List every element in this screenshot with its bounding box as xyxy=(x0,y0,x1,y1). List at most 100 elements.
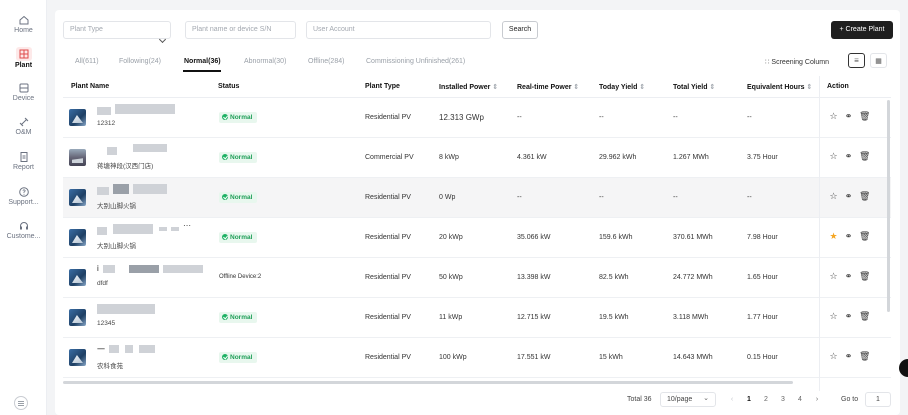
column-plant-type[interactable]: Plant Type xyxy=(365,83,400,90)
share-icon[interactable]: ⚭ xyxy=(844,192,853,201)
plant-name-input[interactable]: Plant name or device S/N xyxy=(185,21,296,39)
column-label: Real-time Power xyxy=(517,84,572,91)
next-page-icon[interactable]: › xyxy=(812,396,822,403)
collapse-sidebar-icon[interactable] xyxy=(14,396,28,410)
star-icon[interactable]: ☆ xyxy=(829,272,838,281)
realtime-power: 17.551 kW xyxy=(517,354,551,361)
page-size-select[interactable]: 10/page ⌄ xyxy=(660,392,716,407)
goto-page-input[interactable]: 1 xyxy=(865,392,891,407)
tab-commissioning-unfinished[interactable]: Commissioning Unfinished(261) xyxy=(366,58,465,65)
table-row[interactable]: i dfdf Offline Device:2 Residential PV 5… xyxy=(63,258,891,298)
star-icon[interactable]: ☆ xyxy=(829,152,838,161)
plant-type: Commercial PV xyxy=(365,154,414,161)
tab-offline[interactable]: Offline(284) xyxy=(308,58,344,65)
column-plant-name[interactable]: Plant Name xyxy=(71,83,109,90)
star-icon[interactable]: ☆ xyxy=(829,112,838,121)
table-row[interactable]: 12345 Normal Residential PV 11 kWp 12.71… xyxy=(63,298,891,338)
trash-icon[interactable]: 🗑 xyxy=(859,312,870,321)
plant-thumbnail xyxy=(69,189,86,206)
plant-thumbnail xyxy=(69,269,86,286)
tab-following[interactable]: Following(24) xyxy=(119,58,161,65)
sidebar-item-support[interactable]: Support... xyxy=(0,186,47,206)
sidebar-item-plant[interactable]: Plant xyxy=(0,47,47,69)
table-row[interactable]: 一 农科食苑 Normal Residential PV 100 kWp 17.… xyxy=(63,338,891,378)
column-installed-power[interactable]: Installed Power ⇕ xyxy=(439,83,498,91)
sidebar-item-customer[interactable]: Custome... xyxy=(0,220,47,240)
sort-icon: ⇕ xyxy=(709,84,716,91)
sidebar-item-home[interactable]: Home xyxy=(0,14,47,34)
prev-page-icon[interactable]: ‹ xyxy=(727,396,737,403)
page-3-button[interactable]: 3 xyxy=(778,396,788,403)
create-plant-button[interactable]: + Create Plant xyxy=(831,21,893,39)
sidebar-item-device[interactable]: Device xyxy=(0,82,47,102)
trash-icon[interactable]: 🗑 xyxy=(859,232,870,241)
installed-power: 50 kWp xyxy=(439,274,463,281)
help-icon xyxy=(18,186,30,198)
trash-icon[interactable]: 🗑 xyxy=(859,112,870,121)
tab-abnormal[interactable]: Abnormal(30) xyxy=(244,58,286,65)
user-account-placeholder: User Account xyxy=(313,26,355,33)
check-circle-icon xyxy=(222,233,228,240)
plant-thumbnail xyxy=(69,349,86,366)
redacted-name xyxy=(109,345,119,353)
vertical-scrollbar[interactable] xyxy=(887,100,890,312)
plant-type: Residential PV xyxy=(365,274,411,281)
sidebar-item-report[interactable]: Report xyxy=(0,151,47,171)
page-1-button[interactable]: 1 xyxy=(744,396,754,403)
sidebar-item-label: Report xyxy=(12,164,34,171)
sidebar-item-om[interactable]: O&M xyxy=(0,116,47,136)
equivalent-hours: 3.75 Hour xyxy=(747,154,778,161)
redacted-name xyxy=(159,227,167,231)
share-icon[interactable]: ⚭ xyxy=(844,352,853,361)
trash-icon[interactable]: 🗑 xyxy=(859,352,870,361)
list-view-button[interactable]: ≡ xyxy=(848,53,865,68)
equivalent-hours: 1.77 Hour xyxy=(747,314,778,321)
star-icon[interactable]: ☆ xyxy=(829,312,838,321)
page-4-button[interactable]: 4 xyxy=(795,396,805,403)
action-column-divider xyxy=(819,76,820,391)
share-icon[interactable]: ⚭ xyxy=(844,152,853,161)
user-account-input[interactable]: User Account xyxy=(306,21,491,39)
redacted-name xyxy=(97,187,109,195)
table-row[interactable]: 蒋塘神段(汉西门店) Normal Commercial PV 8 kWp 4.… xyxy=(63,138,891,178)
plant-name: 蒋塘神段(汉西门店) xyxy=(97,163,154,170)
screening-column-button[interactable]: ∷ Screening Column xyxy=(765,58,829,66)
search-button[interactable]: Search xyxy=(502,21,538,39)
plant-thumbnail xyxy=(69,149,86,166)
today-yield: 15 kWh xyxy=(599,354,623,361)
trash-icon[interactable]: 🗑 xyxy=(859,192,870,201)
more-icon[interactable]: ⋯ xyxy=(183,221,191,230)
equivalent-hours: -- xyxy=(747,114,752,121)
share-icon[interactable]: ⚭ xyxy=(844,272,853,281)
column-today-yield[interactable]: Today Yield ⇕ xyxy=(599,83,645,91)
total-yield: 14.643 MWh xyxy=(673,354,713,361)
column-equivalent-hours[interactable]: Equivalent Hours ⇕ xyxy=(747,83,812,91)
column-status[interactable]: Status xyxy=(218,83,239,90)
share-icon[interactable]: ⚭ xyxy=(844,112,853,121)
star-filled-icon[interactable]: ★ xyxy=(829,232,838,241)
star-icon[interactable]: ☆ xyxy=(829,192,838,201)
column-total-yield[interactable]: Total Yield ⇕ xyxy=(673,83,715,91)
page-2-button[interactable]: 2 xyxy=(761,396,771,403)
horizontal-scrollbar[interactable] xyxy=(63,381,793,384)
trash-icon[interactable]: 🗑 xyxy=(859,272,870,281)
table-row[interactable]: ⋯ 大别山脚火锅 Normal Residential PV 20 kWp 35… xyxy=(63,218,891,258)
grid-view-button[interactable]: ▦ xyxy=(870,53,887,68)
table-row[interactable]: 大别山脚火锅 Normal Residential PV 0 Wp -- -- … xyxy=(63,178,891,218)
plant-type-select[interactable]: Plant Type xyxy=(63,21,171,44)
table-row[interactable]: 12312 Normal Residential PV 12.313 GWp -… xyxy=(63,98,891,138)
tab-all[interactable]: All(611) xyxy=(75,58,99,65)
equivalent-hours: 7.98 Hour xyxy=(747,234,778,241)
column-realtime-power[interactable]: Real-time Power ⇕ xyxy=(517,83,579,91)
sort-icon: ⇕ xyxy=(806,84,813,91)
trash-icon[interactable]: 🗑 xyxy=(859,152,870,161)
floating-help-button[interactable] xyxy=(899,359,908,377)
tab-normal[interactable]: Normal(36) xyxy=(184,58,221,65)
sort-icon: ⇕ xyxy=(639,84,646,91)
plant-thumbnail xyxy=(69,109,86,126)
share-icon[interactable]: ⚭ xyxy=(844,232,853,241)
plant-icon xyxy=(15,47,32,61)
share-icon[interactable]: ⚭ xyxy=(844,312,853,321)
star-icon[interactable]: ☆ xyxy=(829,352,838,361)
installed-power: 11 kWp xyxy=(439,314,463,321)
